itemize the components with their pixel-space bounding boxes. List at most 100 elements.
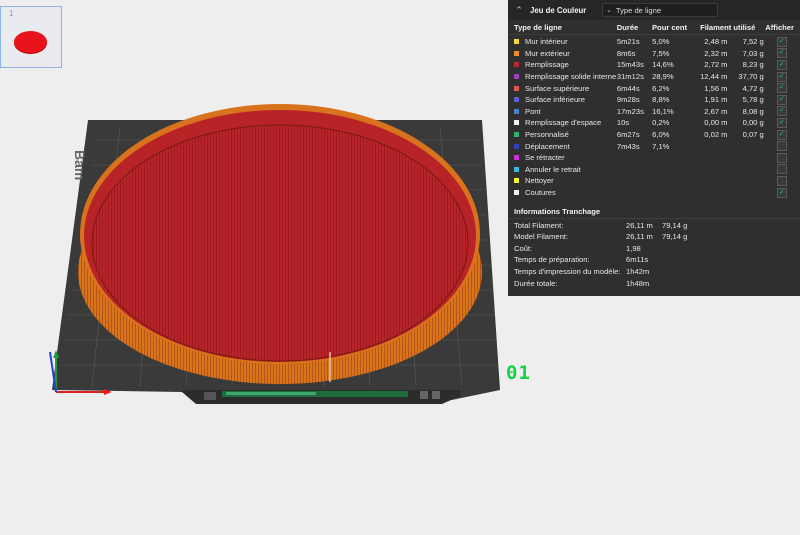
visibility-checkbox[interactable]: ✓ [776, 83, 787, 94]
row-type: Remplissage [508, 60, 617, 69]
row-type: Mur extérieur [508, 49, 617, 58]
visibility-checkbox[interactable]: ✓ [776, 71, 787, 82]
table-row: Déplacement 7m43s 7,1% ✓ [508, 140, 800, 152]
visibility-checkbox[interactable]: ✓ [776, 94, 787, 105]
color-swatch [514, 97, 519, 103]
row-percent: 0,2% [652, 118, 670, 128]
row-percent: 8,8% [652, 95, 670, 105]
panel-header: ⌃ Jeu de Couleur ⌄ Type de ligne [508, 0, 800, 20]
color-swatch [514, 85, 519, 91]
info-row: Temps de préparation: 6m11s [508, 254, 800, 266]
info-row: Durée totale: 1h48m [508, 277, 800, 289]
color-swatch [514, 190, 519, 196]
row-length: 0,02 m [704, 130, 728, 140]
table-row: Coutures ✓ [508, 187, 800, 199]
row-duration: 8m6s [616, 48, 636, 58]
row-percent: 6,2% [652, 83, 670, 93]
row-length: 12,44 m [700, 72, 728, 82]
row-type: Se rétracter [508, 153, 617, 162]
slice-info-table: Total Filament: 26,11 m 79,14 g Model Filam… [508, 219, 800, 289]
row-weight: 4,72 g [742, 83, 764, 93]
row-type: Pont [508, 107, 617, 116]
color-swatch [514, 62, 519, 68]
chevron-down-icon: ⌄ [606, 7, 612, 14]
row-duration: 5m21s [616, 37, 640, 47]
color-swatch [514, 143, 519, 149]
view-type-value: Type de ligne [615, 5, 662, 15]
row-label: Remplissage d'espace [525, 118, 602, 128]
row-weight: 7,52 g [742, 37, 764, 47]
visibility-checkbox[interactable]: ✓ [776, 129, 787, 140]
row-type: Déplacement [508, 142, 617, 151]
printed-object[interactable] [78, 104, 482, 384]
row-weight: 37,70 g [738, 72, 764, 82]
plate-number-label[interactable]: 01 [506, 362, 531, 384]
row-label: Remplissage solide interne [525, 72, 617, 82]
row-duration: 9m28s [616, 95, 640, 105]
row-length: 2,72 m [704, 60, 728, 70]
visibility-checkbox[interactable]: ✓ [776, 59, 787, 70]
row-label: Annuler le retrait [525, 164, 581, 174]
row-label: Déplacement [525, 141, 570, 151]
row-show: ✓ [764, 83, 800, 94]
row-show: ✓ [764, 48, 800, 59]
color-scheme-panel: ⌃ Jeu de Couleur ⌄ Type de ligne Type de… [508, 0, 800, 296]
visibility-checkbox[interactable]: ✓ [776, 141, 787, 152]
view-type-dropdown[interactable]: ⌄ Type de ligne [602, 3, 718, 17]
row-duration: 17m23s [616, 106, 644, 116]
row-label: Se rétracter [525, 153, 565, 163]
visibility-checkbox[interactable]: ✓ [776, 152, 787, 163]
header-type: Type de ligne [514, 23, 562, 32]
row-label: Nettoyer [525, 176, 554, 186]
row-percent: 7,5% [652, 48, 670, 58]
table-row: Surface supérieure 6m44s 6,2% 1,56 m 4,72 g ✓ [508, 82, 800, 94]
info-value-2: 79,14 g [662, 232, 688, 242]
row-show: ✓ [764, 164, 800, 175]
visibility-checkbox[interactable]: ✓ [776, 48, 787, 59]
row-type: Remplissage d'espace [508, 118, 617, 127]
table-header: Type de ligne Durée Pour cent Filament u… [508, 21, 800, 35]
row-percent: 16,1% [652, 106, 674, 116]
row-show: ✓ [764, 106, 800, 117]
row-length: 0,00 m [704, 118, 728, 128]
row-label: Mur intérieur [525, 37, 568, 47]
visibility-checkbox[interactable]: ✓ [776, 117, 787, 128]
row-label: Mur extérieur [525, 48, 570, 58]
visibility-checkbox[interactable]: ✓ [776, 187, 787, 198]
plate-thumbnail-index: 1 [9, 9, 14, 18]
info-value-1: 1,98 [626, 243, 641, 253]
row-percent: 6,0% [652, 130, 670, 140]
row-percent: 28,9% [652, 72, 674, 82]
plate-thumbnail[interactable]: 1 [0, 6, 62, 68]
line-type-table: Mur intérieur 5m21s 5,0% 2,48 m 7,52 g ✓ Mur e… [508, 36, 800, 198]
row-show: ✓ [764, 117, 800, 128]
color-swatch [514, 39, 519, 45]
visibility-checkbox[interactable]: ✓ [776, 175, 787, 186]
visibility-checkbox[interactable]: ✓ [776, 106, 787, 117]
row-show: ✓ [764, 94, 800, 105]
row-label: Remplissage [525, 60, 569, 70]
info-row: Coût: 1,98 [508, 243, 800, 255]
info-value-1: 26,11 m [626, 220, 653, 230]
info-row: Total Filament: 26,11 m 79,14 g [508, 219, 800, 231]
visibility-checkbox[interactable]: ✓ [776, 36, 787, 47]
table-row: Annuler le retrait ✓ [508, 164, 800, 176]
row-duration: 6m27s [616, 130, 640, 140]
row-type: Annuler le retrait [508, 165, 617, 174]
table-row: Personnalisé 6m27s 6,0% 0,02 m 0,07 g ✓ [508, 129, 800, 141]
table-row: Mur intérieur 5m21s 5,0% 2,48 m 7,52 g ✓ [508, 36, 800, 48]
header-filament: Filament utilisé [700, 23, 756, 32]
row-label: Surface supérieure [525, 83, 590, 93]
info-value-1: 26,11 m [626, 232, 653, 242]
info-label: Temps de préparation: [514, 255, 590, 265]
info-label: Durée totale: [514, 278, 558, 288]
visibility-checkbox[interactable]: ✓ [776, 164, 787, 175]
color-swatch [514, 132, 519, 138]
row-weight: 8,08 g [742, 106, 764, 116]
table-row: Surface inférieure 9m28s 8,8% 1,91 m 5,78 g ✓ [508, 94, 800, 106]
row-show: ✓ [764, 175, 800, 186]
table-row: Remplissage solide interne 31m12s 28,9% 12,… [508, 71, 800, 83]
collapse-icon[interactable]: ⌃ [514, 5, 524, 16]
row-length: 2,48 m [704, 37, 728, 47]
header-show: Afficher [765, 23, 794, 32]
